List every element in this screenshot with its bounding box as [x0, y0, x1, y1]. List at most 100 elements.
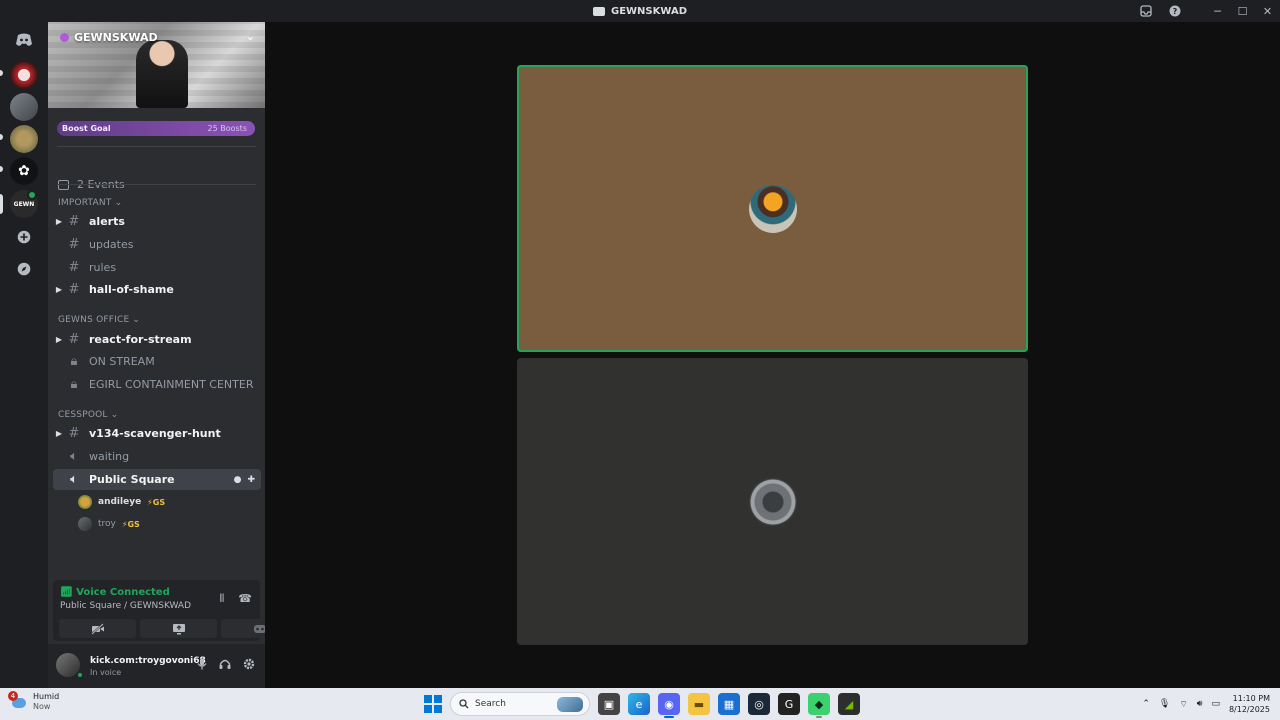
voice-connection-panel: 📶︎ Voice Connected Public Square / GEWNS…: [53, 580, 298, 641]
category-cesspool[interactable]: CESSPOOL ⌄: [58, 410, 118, 420]
server-name[interactable]: GEWNSKWAD: [60, 31, 158, 44]
divider: [57, 146, 256, 147]
taskbar-search[interactable]: Search: [450, 692, 590, 716]
server-icon-group[interactable]: [10, 125, 38, 153]
system-tray: ⌃ 🎙︎ ⌔ 🔊︎ ▭ 11:10 PM 8/12/2025: [1142, 692, 1270, 716]
channel-on-stream[interactable]: 🔒︎ ON STREAM: [53, 351, 261, 372]
user-name[interactable]: kick.com:troygovoni68: [90, 656, 206, 666]
clock[interactable]: 11:10 PM 8/12/2025: [1229, 693, 1270, 715]
discord-app-icon[interactable]: ◉: [658, 693, 680, 718]
headphones-icon[interactable]: [219, 658, 231, 673]
discover-icon[interactable]: [10, 255, 38, 283]
participant-tile-andileye[interactable]: [517, 65, 1028, 352]
close-icon[interactable]: ✕: [1255, 0, 1280, 22]
server-unread-pill: [0, 166, 3, 172]
channel-rules[interactable]: # rules: [53, 257, 261, 278]
channel-updates[interactable]: # updates: [53, 234, 261, 255]
inbox-icon[interactable]: [1131, 0, 1160, 22]
hash-icon: #: [68, 237, 80, 252]
hash-icon: #: [68, 260, 80, 275]
server-selected-pill: [0, 194, 3, 214]
app-green-icon[interactable]: ◆: [808, 693, 830, 718]
server-icon-inferno[interactable]: [10, 61, 38, 89]
channel-sidebar: GEWNSKWAD ⌄ Boost Goal 25 Boosts 2 Event…: [48, 22, 298, 688]
camera-off-button[interactable]: [59, 619, 136, 638]
server-icon-car[interactable]: [10, 93, 38, 121]
server-unread-pill: [0, 134, 3, 140]
task-view-icon[interactable]: ▣: [598, 693, 620, 715]
microphone-tray-icon[interactable]: 🎙︎: [1159, 699, 1170, 709]
user-panel: kick.com:troygovoni68 In voice: [48, 644, 265, 688]
voice-status[interactable]: 📶︎ Voice Connected: [60, 587, 170, 598]
user-status: In voice: [90, 668, 122, 677]
weather-subtitle: Now: [33, 702, 51, 711]
wifi-icon[interactable]: ⌔: [1179, 699, 1187, 710]
channel-name: react-for-stream: [89, 333, 192, 346]
search-highlight-image: [557, 697, 583, 712]
clock-date: 8/12/2025: [1228, 705, 1270, 714]
voice-user-andileye[interactable]: andileye ⚡GS: [78, 493, 165, 511]
server-icon-dark[interactable]: ✿: [10, 157, 38, 185]
channel-name: Public Square: [89, 473, 175, 486]
edge-browser-icon[interactable]: e: [628, 693, 650, 715]
file-explorer-icon[interactable]: ▬: [688, 693, 710, 715]
nvidia-icon[interactable]: ◢: [838, 693, 860, 715]
settings-gear-icon[interactable]: [243, 658, 255, 673]
server-banner[interactable]: GEWNSKWAD ⌄: [48, 22, 265, 108]
status-online-icon: [76, 671, 84, 679]
boost-goal-bar[interactable]: Boost Goal 25 Boosts: [57, 121, 255, 136]
maximize-icon[interactable]: ☐: [1230, 0, 1255, 22]
participant-tile-troy[interactable]: [517, 358, 1028, 645]
channel-hall-of-shame[interactable]: ▶ # hall-of-shame: [53, 279, 261, 300]
disconnect-icon[interactable]: ☎︎: [238, 592, 252, 606]
chat-bubble-icon[interactable]: ●: [234, 475, 242, 485]
add-server-icon[interactable]: [10, 223, 38, 251]
window-title-text: GEWNSKWAD: [610, 5, 687, 17]
server-boost-icon: [60, 33, 69, 42]
clock-time: 11:10 PM: [1232, 694, 1270, 703]
voice-stage: [265, 22, 1280, 688]
microphone-icon[interactable]: [197, 658, 207, 673]
store-app-icon[interactable]: ▦: [718, 693, 740, 715]
server-list: ✿ GEWN: [0, 22, 48, 688]
voice-status-text: Voice Connected: [76, 587, 170, 598]
minimize-icon[interactable]: ─: [1205, 0, 1230, 22]
channel-name: EGIRL CONTAINMENT CENTER: [89, 378, 254, 391]
volume-icon[interactable]: 🔊︎: [1197, 699, 1203, 709]
server-unread-pill: [0, 70, 3, 76]
invite-user-icon[interactable]: ✚: [247, 475, 255, 485]
window-titlebar: GEWNSKWAD ? ─ ☐ ✕: [0, 0, 1280, 22]
channel-alerts[interactable]: ▶ # alerts: [53, 211, 261, 232]
taskbar-apps: Search ▣ e ◉ ▬ ▦ ◎ G ◆ ◢: [424, 692, 860, 718]
category-important[interactable]: IMPORTANT ⌄: [58, 198, 122, 208]
steam-icon[interactable]: ◎: [748, 693, 770, 715]
battery-icon[interactable]: ▭: [1211, 699, 1220, 709]
speaker-icon: 🔈︎: [70, 472, 78, 487]
avatar: [78, 495, 92, 509]
windows-start-icon[interactable]: [424, 695, 442, 713]
category-label: IMPORTANT: [58, 198, 112, 208]
chevron-up-icon[interactable]: ⌃: [1142, 699, 1150, 709]
hash-icon: #: [68, 214, 80, 229]
noise-suppression-icon[interactable]: ⦀: [219, 592, 224, 606]
channel-v134-scavenger-hunt[interactable]: ▶ # v134-scavenger-hunt: [53, 423, 261, 444]
channel-name: alerts: [89, 215, 125, 228]
screen-share-button[interactable]: [140, 619, 217, 638]
help-icon[interactable]: ?: [1160, 0, 1189, 22]
discord-home-icon[interactable]: [10, 26, 38, 54]
weather-widget[interactable]: 4 Humid Now: [8, 691, 59, 712]
channel-react-for-stream[interactable]: ▶ # react-for-stream: [53, 329, 261, 350]
category-gewns-office[interactable]: GEWNS OFFICE ⌄: [58, 315, 140, 325]
category-label: CESSPOOL: [58, 410, 108, 420]
channel-waiting[interactable]: 🔈︎ waiting: [53, 446, 261, 467]
app-g-icon[interactable]: G: [778, 693, 800, 715]
voice-user-name: troy: [98, 519, 116, 529]
channel-public-square[interactable]: 🔈︎ Public Square ● ✚: [53, 469, 261, 490]
voice-location[interactable]: Public Square / GEWNSKWAD: [60, 601, 191, 611]
channel-name: rules: [89, 261, 117, 274]
search-placeholder: Search: [475, 699, 506, 709]
channel-egirl-containment-center[interactable]: 🔒︎ EGIRL CONTAINMENT CENTER: [53, 374, 261, 395]
voice-user-troy[interactable]: troy ⚡GS: [78, 515, 140, 533]
user-tag-badge: ⚡GS: [121, 519, 140, 529]
chevron-down-icon[interactable]: ⌄: [246, 30, 255, 43]
